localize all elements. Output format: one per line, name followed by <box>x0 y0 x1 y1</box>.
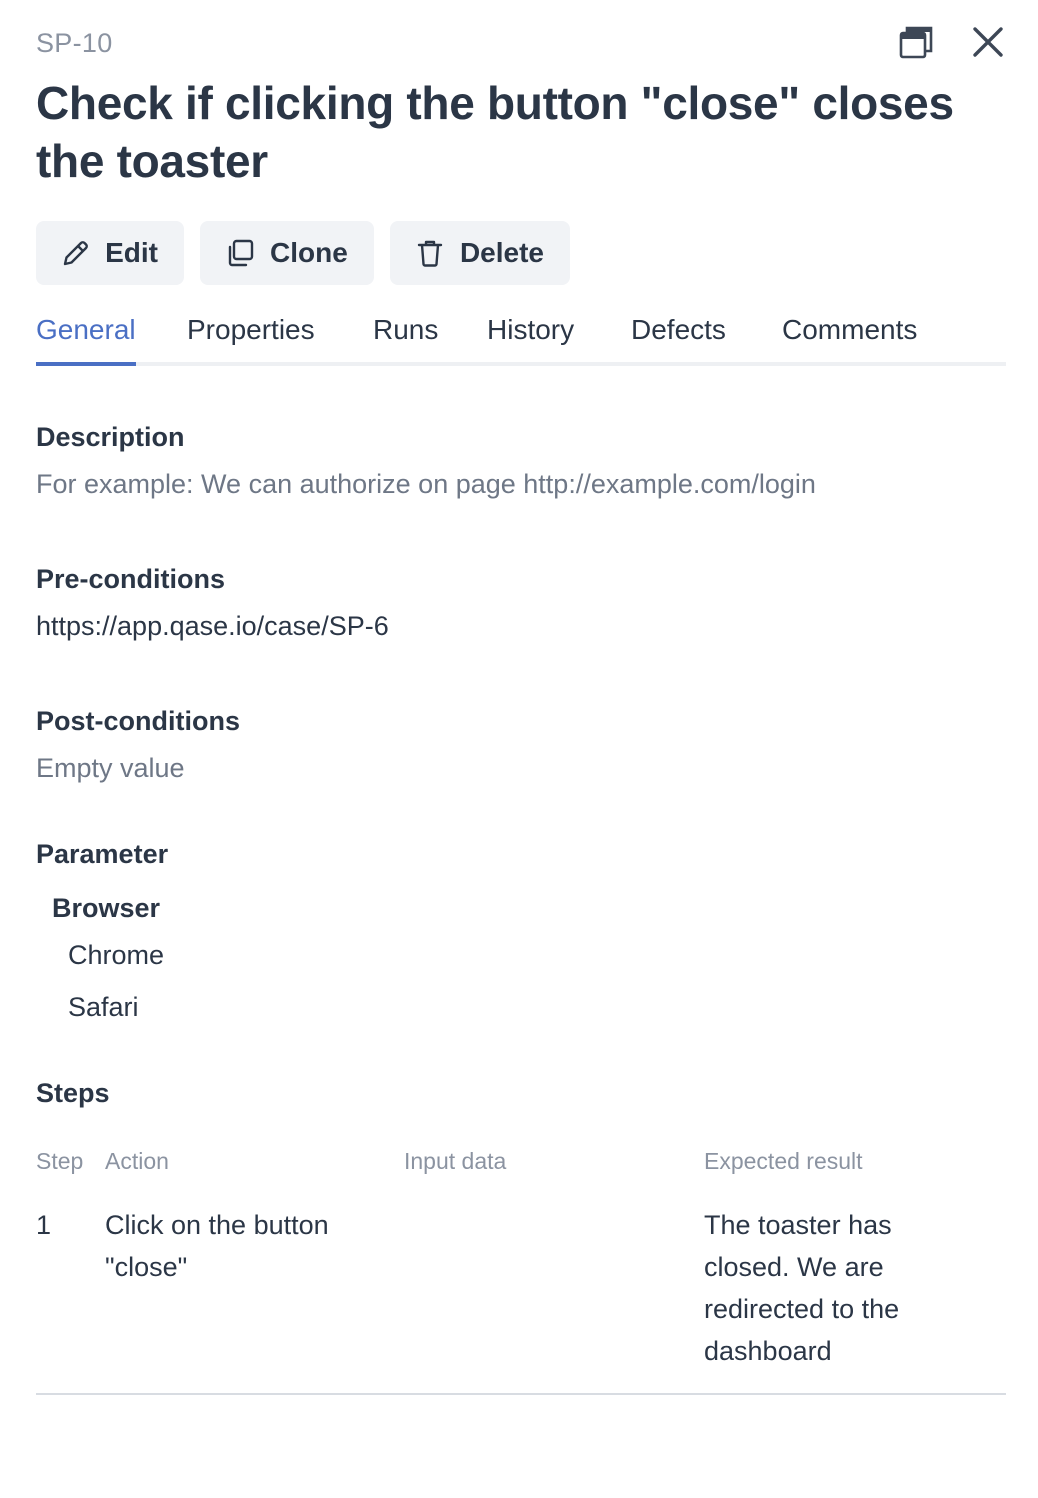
tab-defects[interactable]: Defects <box>631 314 726 362</box>
tab-properties[interactable]: Properties <box>187 314 315 362</box>
parameter-value: Safari <box>68 992 139 1022</box>
column-header-action: Action <box>105 1148 169 1174</box>
step-action: Click on the button "close" <box>105 1204 395 1288</box>
step-expected-result: The toaster has closed. We are redirecte… <box>704 1204 1004 1372</box>
step-expected-line: redirected to the <box>704 1294 900 1324</box>
step-expected-line: dashboard <box>704 1336 832 1366</box>
tab-comments[interactable]: Comments <box>782 314 917 362</box>
column-header-input-data: Input data <box>404 1148 507 1174</box>
postconditions-value: Empty value <box>36 753 185 783</box>
edit-button-label: Edit <box>105 237 158 268</box>
copy-icon <box>224 237 256 269</box>
page-title: Check if clicking the button "close" clo… <box>36 77 954 187</box>
parameter-name: Browser <box>52 893 161 923</box>
delete-button-label: Delete <box>459 237 544 268</box>
edit-button[interactable]: Edit <box>36 221 184 285</box>
restore-window-icon <box>899 26 933 59</box>
window-actions <box>898 24 1006 60</box>
tab-history[interactable]: History <box>487 314 574 362</box>
step-expected-line: closed. We are <box>704 1252 884 1282</box>
tab-general[interactable]: General <box>36 314 136 366</box>
postconditions-label: Post-conditions <box>36 706 240 736</box>
steps-label: Steps <box>36 1078 110 1108</box>
column-header-expected-result: Expected result <box>704 1148 863 1174</box>
description-label: Description <box>36 422 185 452</box>
clone-button[interactable]: Clone <box>200 221 374 285</box>
preconditions-label: Pre-conditions <box>36 564 226 594</box>
step-action-line: Click on the button <box>105 1210 329 1240</box>
steps-divider <box>36 1393 1006 1395</box>
step-action-line: "close" <box>105 1252 188 1282</box>
step-number: 1 <box>36 1210 52 1240</box>
restore-window-button[interactable] <box>898 24 934 60</box>
close-icon <box>973 27 1003 57</box>
pencil-icon <box>60 237 91 269</box>
tab-runs[interactable]: Runs <box>373 314 438 362</box>
test-case-panel: SP-10 Check if clicking the button "clos… <box>36 0 1006 1498</box>
close-button[interactable] <box>970 24 1006 60</box>
step-expected-line: The toaster has <box>704 1210 892 1240</box>
case-id: SP-10 <box>36 28 113 58</box>
clone-button-label: Clone <box>270 237 348 268</box>
column-header-step: Step <box>36 1148 84 1174</box>
description-value: For example: We can authorize on page ht… <box>36 469 816 499</box>
toolbar: Edit Clone Delete <box>36 221 570 285</box>
trash-icon <box>414 237 446 269</box>
parameter-label: Parameter <box>36 839 169 869</box>
delete-button[interactable]: Delete <box>390 221 570 285</box>
parameter-value: Chrome <box>68 940 165 970</box>
preconditions-value: https://app.qase.io/case/SP-6 <box>36 611 389 641</box>
tab-bar: General Properties Runs History Defects … <box>36 310 1006 366</box>
